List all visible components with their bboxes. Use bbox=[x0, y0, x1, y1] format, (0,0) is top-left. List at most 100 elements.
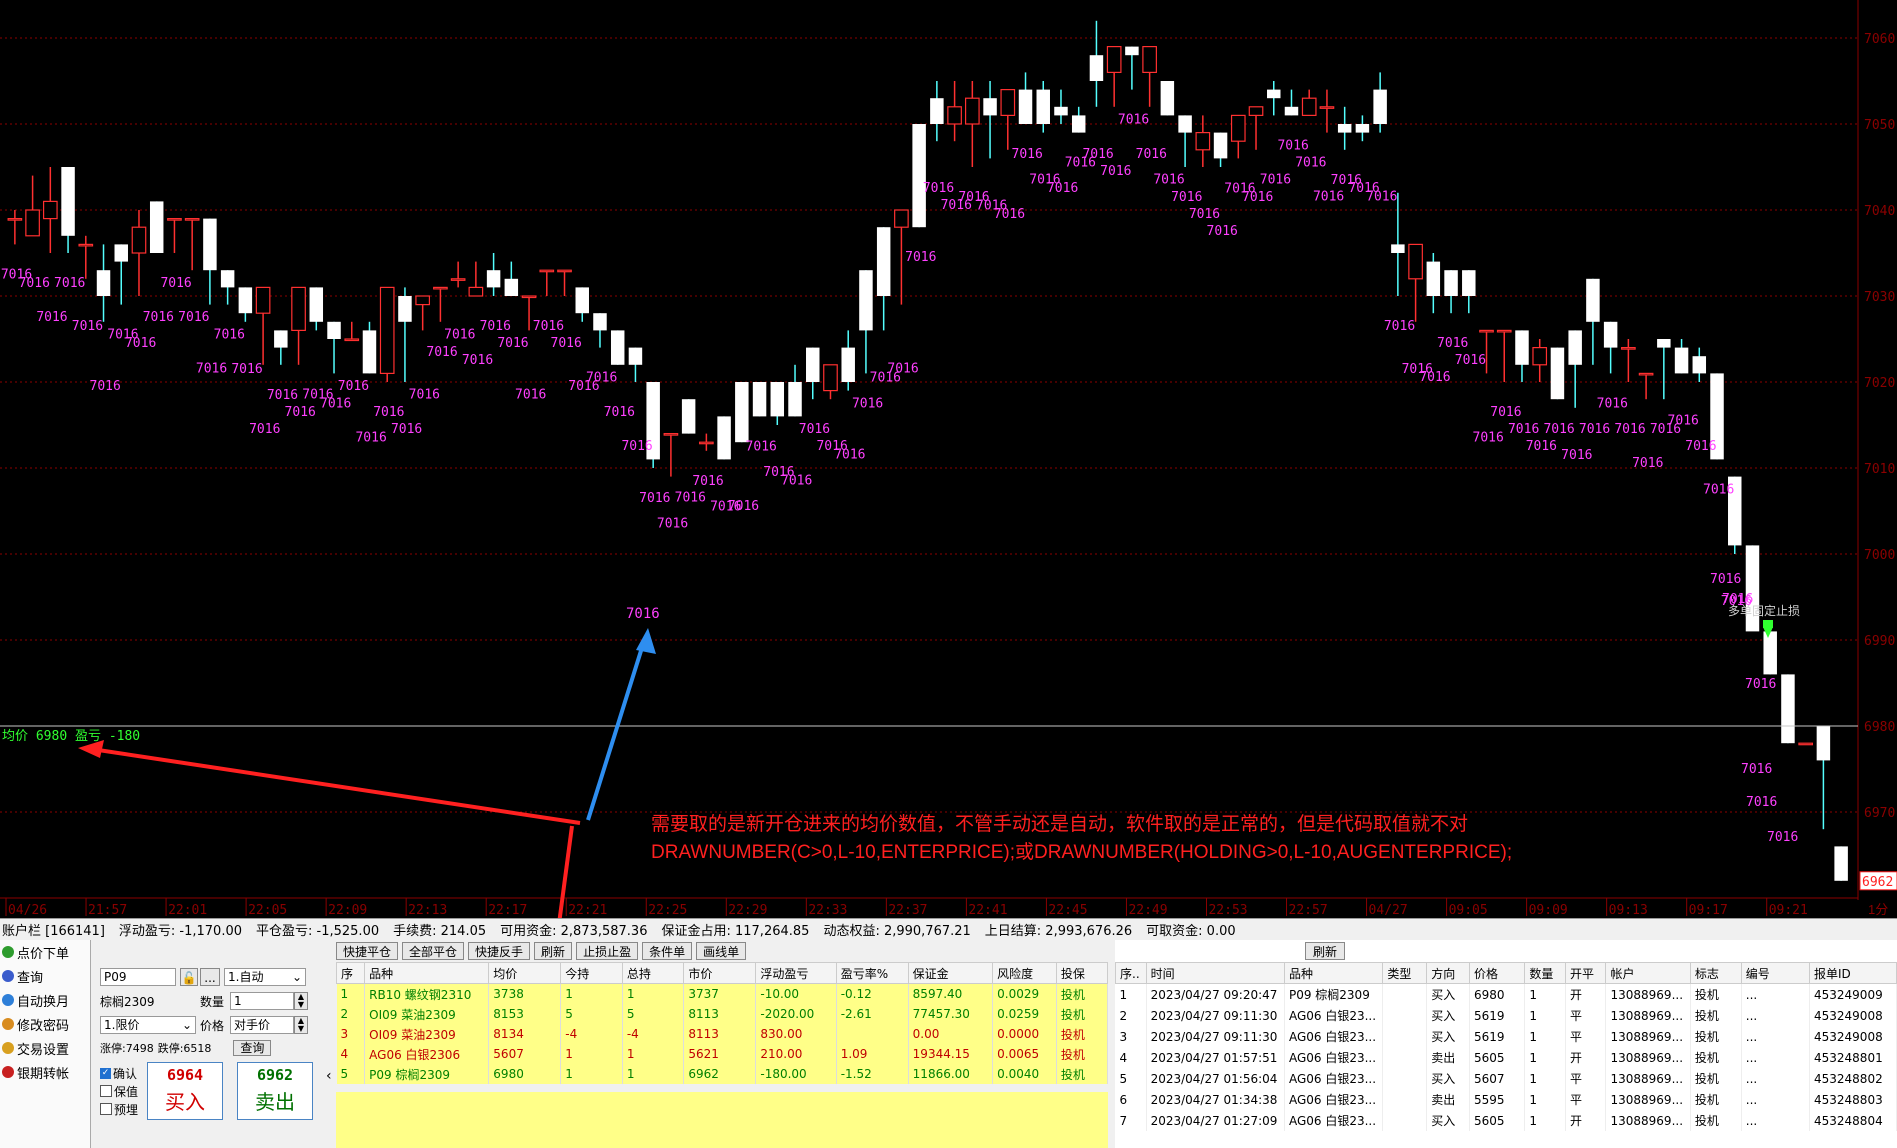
fill-cell: 平 bbox=[1565, 1068, 1607, 1089]
nav-item-3[interactable]: 修改密码 bbox=[0, 1012, 90, 1036]
more-button[interactable]: ... bbox=[200, 968, 220, 986]
query-button[interactable]: 查询 bbox=[233, 1040, 272, 1056]
lock-icon[interactable]: 🔓 bbox=[180, 968, 198, 986]
fee: 手续费: 214.05 bbox=[393, 924, 487, 939]
qty-input[interactable]: 1 bbox=[230, 992, 294, 1010]
fills-col-header[interactable]: 帐户 bbox=[1605, 962, 1691, 984]
pos-col-header[interactable]: 总持 bbox=[621, 962, 685, 984]
fill-cell bbox=[1382, 983, 1428, 1005]
fills-refresh-button[interactable]: 刷新 bbox=[1305, 942, 1345, 960]
fills-col-header[interactable]: 序.. bbox=[1115, 962, 1147, 984]
pos-col-header[interactable]: 投保 bbox=[1055, 962, 1109, 984]
sell-button[interactable]: 6962 卖出 bbox=[237, 1062, 313, 1120]
available-funds: 可用资金: 2,873,587.36 bbox=[500, 924, 648, 939]
pos-col-header[interactable]: 市价 bbox=[683, 962, 757, 984]
fill-cell: 5605 bbox=[1469, 1047, 1526, 1068]
order-type-select[interactable]: 1.限价 ⌄ bbox=[100, 1016, 196, 1034]
position-cell: -10.00 bbox=[755, 983, 837, 1004]
pos-col-header[interactable]: 序 bbox=[335, 962, 366, 984]
position-cell: 19344.15 bbox=[908, 1044, 994, 1064]
fill-row[interactable]: 5 2023/04/27 01:56:04 AG06 白银23... 买入 5607 1 平… bbox=[1115, 1068, 1897, 1089]
fill-cell: 卖出 bbox=[1426, 1089, 1470, 1110]
position-row[interactable]: 5 P09 棕榈2309 6980 1 1 6962 -180.00 -1.52 11866.0… bbox=[336, 1064, 1109, 1084]
fills-col-header[interactable]: 报单ID bbox=[1809, 962, 1897, 984]
pos-col-header[interactable]: 盈亏率% bbox=[835, 962, 909, 984]
fills-col-header[interactable]: 数量 bbox=[1524, 962, 1566, 984]
candle bbox=[1018, 72, 1033, 124]
collapse-arrow-icon[interactable]: ‹ bbox=[326, 1068, 332, 1084]
fills-col-header[interactable]: 方向 bbox=[1426, 962, 1470, 984]
sell-label: 卖出 bbox=[255, 1090, 295, 1114]
buy-button[interactable]: 6964 买入 bbox=[147, 1062, 223, 1120]
fill-cell bbox=[1382, 1110, 1428, 1131]
fill-row[interactable]: 3 2023/04/27 09:11:30 AG06 白银23... 买入 5619 1 平… bbox=[1115, 1026, 1897, 1047]
fill-cell: 5605 bbox=[1469, 1110, 1526, 1131]
position-cell: 1.09 bbox=[836, 1044, 909, 1064]
position-cell: 1 bbox=[560, 1064, 623, 1084]
nav-item-1[interactable]: 查询 bbox=[0, 964, 90, 988]
position-cell: 投机 bbox=[1056, 1004, 1109, 1024]
marker-label: 7016 bbox=[657, 517, 688, 532]
marker-label: 7016 bbox=[1277, 138, 1308, 153]
mode-select[interactable]: 1.自动 ⌄ bbox=[224, 968, 306, 986]
nav-item-4[interactable]: 交易设置 bbox=[0, 1036, 90, 1060]
fill-row[interactable]: 6 2023/04/27 01:34:38 AG06 白银23... 卖出 5595 1 平… bbox=[1115, 1089, 1897, 1110]
kline-chart[interactable]: 7016 7016 7016 7016 7016 7016 7016 7016 7016 7016… bbox=[0, 0, 1897, 918]
marker-label: 7016 bbox=[1118, 113, 1149, 128]
nav-item-2[interactable]: 自动换月 bbox=[0, 988, 90, 1012]
hedge-checkbox[interactable]: 保值 bbox=[100, 1082, 138, 1100]
fill-row[interactable]: 7 2023/04/27 01:27:09 AG06 白银23... 买入 5605 1 开… bbox=[1115, 1110, 1897, 1131]
position-row[interactable]: 1 RB10 螺纹钢2310 3738 1 1 3737 -10.00 -0.12 8597.4… bbox=[336, 983, 1109, 1004]
candle bbox=[1496, 329, 1512, 382]
nav-item-5[interactable]: 银期转帐 bbox=[0, 1060, 90, 1084]
position-row[interactable]: 3 OI09 菜油2309 8134 -4 -4 8113 830.00 0.00 0.0000… bbox=[336, 1024, 1109, 1044]
fills-col-header[interactable]: 标志 bbox=[1689, 962, 1742, 984]
fill-row[interactable]: 4 2023/04/27 01:57:51 AG06 白银23... 卖出 5605 1 开… bbox=[1115, 1047, 1897, 1068]
pos-toolbar-button-5[interactable]: 条件单 bbox=[642, 942, 693, 960]
pos-toolbar-button-1[interactable]: 全部平仓 bbox=[402, 942, 465, 960]
fill-cell: ... bbox=[1741, 1089, 1811, 1110]
pos-col-header[interactable]: 均价 bbox=[488, 962, 562, 984]
pos-col-header[interactable]: 今持 bbox=[560, 962, 623, 984]
contract-input[interactable]: P09 bbox=[100, 968, 176, 986]
pos-toolbar-button-6[interactable]: 画线单 bbox=[696, 942, 747, 960]
position-row[interactable]: 4 AG06 白银2306 5607 1 1 5621 210.00 1.09 19344.15… bbox=[336, 1044, 1109, 1064]
pos-col-header[interactable]: 品种 bbox=[364, 962, 490, 984]
confirm-checkbox[interactable]: ✓ 确认 bbox=[100, 1064, 137, 1082]
pos-col-header[interactable]: 浮动盈亏 bbox=[755, 962, 837, 984]
nav-item-0[interactable]: 点价下单 bbox=[0, 940, 90, 964]
candle bbox=[964, 81, 980, 167]
fills-col-header[interactable]: 编号 bbox=[1740, 962, 1811, 984]
candle bbox=[539, 269, 555, 296]
fill-cell: 13088969... bbox=[1605, 1068, 1691, 1089]
pos-toolbar-button-2[interactable]: 快捷反手 bbox=[468, 942, 531, 960]
fill-cell: AG06 白银23... bbox=[1284, 1110, 1384, 1131]
candle bbox=[983, 81, 997, 159]
pos-toolbar-button-4[interactable]: 止损止盈 bbox=[576, 942, 639, 960]
pos-toolbar-button-3[interactable]: 刷新 bbox=[534, 942, 573, 960]
fill-row[interactable]: 1 2023/04/27 09:20:47 P09 棕榈2309 买入 6980 1 开 13… bbox=[1115, 983, 1897, 1005]
preorder-checkbox[interactable]: 预埋 bbox=[100, 1100, 138, 1118]
fills-col-header[interactable]: 时间 bbox=[1145, 962, 1285, 984]
candle bbox=[167, 218, 182, 253]
marker-label: 7016 bbox=[1490, 405, 1521, 420]
account-id: 账户栏 [166141] bbox=[2, 924, 105, 939]
green-tick-icon bbox=[2, 946, 14, 958]
pos-col-header[interactable]: 保证金 bbox=[907, 962, 994, 984]
margin: 保证金占用: 117,264.85 bbox=[661, 924, 810, 939]
fills-col-header[interactable]: 开平 bbox=[1564, 962, 1607, 984]
pos-toolbar-button-0[interactable]: 快捷平仓 bbox=[336, 942, 399, 960]
position-row[interactable]: 2 OI09 菜油2309 8153 5 5 8113 -2020.00 -2.61 77457… bbox=[336, 1004, 1109, 1024]
candle bbox=[1603, 321, 1618, 374]
fills-col-header[interactable]: 品种 bbox=[1283, 962, 1384, 984]
marker-label: 7016 bbox=[214, 328, 245, 343]
qty-stepper[interactable]: ▲ ▼ bbox=[294, 992, 308, 1010]
pos-col-header[interactable]: 风险度 bbox=[992, 962, 1057, 984]
chart-svg[interactable]: 7016 7016 7016 7016 7016 7016 7016 7016 7016 7016… bbox=[0, 0, 1897, 918]
price-stepper[interactable]: ▲ ▼ bbox=[294, 1016, 308, 1034]
fills-col-header[interactable]: 类型 bbox=[1382, 962, 1428, 984]
fills-col-header[interactable]: 价格 bbox=[1468, 962, 1526, 984]
price-input[interactable]: 对手价 bbox=[230, 1016, 294, 1034]
fill-row[interactable]: 2 2023/04/27 09:11:30 AG06 白银23... 买入 5619 1 平… bbox=[1115, 1005, 1897, 1026]
fill-cell: 投机 bbox=[1690, 1047, 1742, 1068]
